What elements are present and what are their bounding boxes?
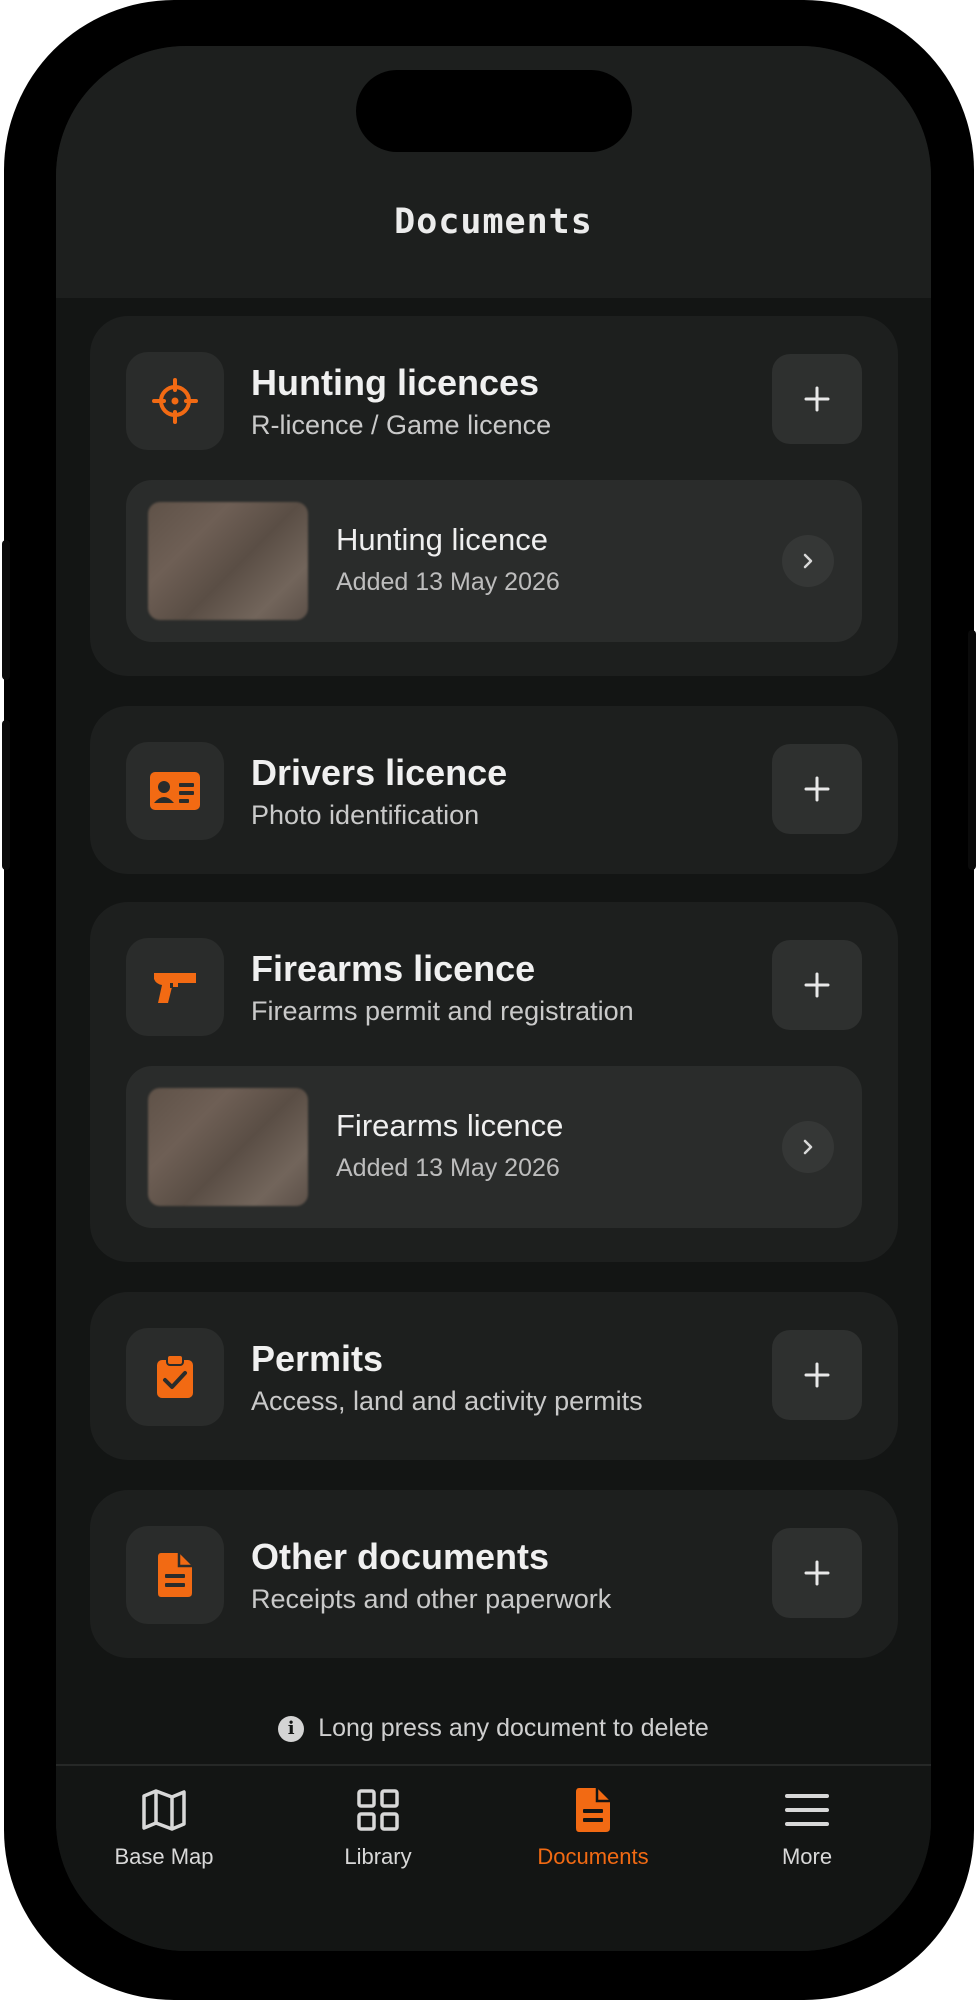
category-title: Other documents	[251, 1536, 550, 1577]
category-card-firearms: Firearms licence Firearms permit and reg…	[90, 902, 898, 1262]
add-drivers-licence-button[interactable]	[772, 744, 862, 834]
document-item-firearms-licence[interactable]: Firearms licence Added 13 May 2026	[126, 1066, 862, 1228]
chevron-right-icon[interactable]	[782, 1121, 834, 1173]
chevron-right-icon[interactable]	[782, 535, 834, 587]
side-button-right	[968, 630, 976, 870]
info-icon: i	[278, 1715, 305, 1742]
pistol-icon	[126, 938, 224, 1036]
add-permit-button[interactable]	[772, 1330, 862, 1420]
tab-label: More	[781, 1844, 833, 1869]
crosshair-icon	[126, 352, 224, 450]
phone-frame: Documents Hunting licences R-licence / G…	[2, 0, 976, 2000]
category-card-permits: Permits Access, land and activity permit…	[90, 1292, 898, 1460]
document-icon	[493, 1784, 693, 1836]
delete-hint: i Long press any document to delete	[56, 1714, 931, 1743]
side-button-left-1	[2, 540, 10, 680]
category-card-other: Other documents Receipts and other paper…	[90, 1490, 898, 1658]
category-header: Other documents Receipts and other paper…	[126, 1526, 862, 1624]
tab-documents[interactable]: Documents	[493, 1784, 693, 1884]
document-name: Firearms licence	[336, 1108, 564, 1143]
category-subtitle: Access, land and activity permits	[251, 1386, 643, 1416]
category-header: Drivers licence Photo identification	[126, 742, 862, 840]
clipboard-check-icon	[126, 1328, 224, 1426]
plus-icon	[804, 386, 830, 412]
add-hunting-licence-button[interactable]	[772, 354, 862, 444]
app-screen: Documents Hunting licences R-licence / G…	[56, 46, 931, 1951]
plus-icon	[804, 1560, 830, 1586]
category-subtitle: Photo identification	[251, 800, 480, 830]
document-thumbnail	[148, 1088, 308, 1206]
tab-label: Documents	[537, 1844, 649, 1869]
tab-base-map[interactable]: Base Map	[64, 1784, 264, 1884]
menu-icon	[707, 1784, 907, 1836]
category-card-hunting: Hunting licences R-licence / Game licenc…	[90, 316, 898, 676]
tab-label: Base Map	[114, 1844, 214, 1869]
add-firearms-licence-button[interactable]	[772, 940, 862, 1030]
category-header: Hunting licences R-licence / Game licenc…	[126, 352, 862, 450]
map-icon	[64, 1784, 264, 1836]
document-item-hunting-licence[interactable]: Hunting licence Added 13 May 2026	[126, 480, 862, 642]
document-date: Added 13 May 2026	[336, 568, 560, 596]
category-title: Hunting licences	[251, 362, 540, 403]
bottom-tab-bar: Base Map Library Documents More	[56, 1764, 931, 1951]
side-button-left-2	[2, 720, 10, 870]
tab-label: Library	[344, 1844, 412, 1869]
document-date: Added 13 May 2026	[336, 1154, 560, 1182]
add-other-document-button[interactable]	[772, 1528, 862, 1618]
header-bar: Documents	[56, 46, 931, 298]
category-subtitle: Firearms permit and registration	[251, 996, 634, 1026]
category-subtitle: Receipts and other paperwork	[251, 1584, 612, 1614]
plus-icon	[804, 1362, 830, 1388]
hint-text: Long press any document to delete	[318, 1714, 709, 1742]
category-header: Firearms licence Firearms permit and reg…	[126, 938, 862, 1036]
category-header: Permits Access, land and activity permit…	[126, 1328, 862, 1426]
category-title: Drivers licence	[251, 752, 508, 793]
category-card-drivers: Drivers licence Photo identification	[90, 706, 898, 874]
dynamic-island	[356, 70, 632, 152]
document-name: Hunting licence	[336, 522, 548, 557]
document-icon	[126, 1526, 224, 1624]
category-title: Firearms licence	[251, 948, 536, 989]
id-card-icon	[126, 742, 224, 840]
grid-icon	[278, 1784, 478, 1836]
tab-more[interactable]: More	[707, 1784, 907, 1884]
category-title: Permits	[251, 1338, 384, 1379]
page-title: Documents	[394, 202, 593, 242]
document-thumbnail	[148, 502, 308, 620]
plus-icon	[804, 776, 830, 802]
plus-icon	[804, 972, 830, 998]
category-subtitle: R-licence / Game licence	[251, 410, 552, 440]
tab-library[interactable]: Library	[278, 1784, 478, 1884]
